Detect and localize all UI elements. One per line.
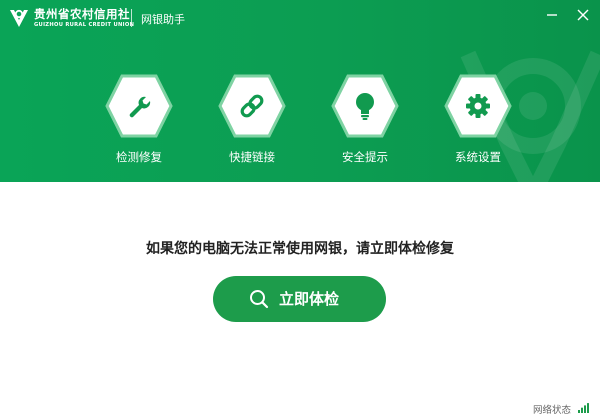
signal-bar xyxy=(578,410,580,413)
signal-bar xyxy=(587,403,589,413)
search-icon xyxy=(250,290,269,309)
app-title: 网银助手 xyxy=(141,13,185,26)
brand-name-chinese: 贵州省农村信用社 xyxy=(34,7,130,21)
title-divider xyxy=(131,9,132,27)
brand-name-english: GUIZHOU RURAL CREDIT UNION xyxy=(34,22,135,28)
header-banner: 贵州省农村信用社 GUIZHOU RURAL CREDIT UNION 网银助手… xyxy=(0,0,600,182)
check-now-button[interactable]: 立即体检 xyxy=(213,276,386,322)
nav-label-quick-links: 快捷链接 xyxy=(229,150,275,164)
gear-icon xyxy=(466,94,490,118)
signal-bar xyxy=(584,405,586,413)
close-icon xyxy=(577,9,589,21)
nav-label-settings: 系统设置 xyxy=(455,150,501,164)
title-bar[interactable]: 贵州省农村信用社 GUIZHOU RURAL CREDIT UNION 网银助手 xyxy=(0,0,600,38)
repair-prompt-message: 如果您的电脑无法正常使用网银，请立即体检修复 xyxy=(146,241,454,257)
status-bar: 网络状态 xyxy=(0,398,600,420)
nav-item-repair[interactable]: 检测修复 xyxy=(89,74,189,174)
hexagon-frame xyxy=(444,74,512,138)
nav-item-settings[interactable]: 系统设置 xyxy=(428,74,528,174)
nav-label-security-tips: 安全提示 xyxy=(342,150,388,164)
credit-union-logo-icon xyxy=(10,9,28,27)
nav-item-quick-links[interactable]: 快捷链接 xyxy=(202,74,302,174)
nav-item-security-tips[interactable]: 安全提示 xyxy=(315,74,415,174)
signal-bar xyxy=(581,407,583,413)
signal-strength-icon xyxy=(578,403,589,413)
minimize-button[interactable] xyxy=(541,4,563,26)
hexagon-frame xyxy=(331,74,399,138)
nav-label-repair: 检测修复 xyxy=(116,150,162,164)
check-now-label: 立即体检 xyxy=(279,290,340,308)
network-status-label: 网络状态 xyxy=(533,405,572,416)
hexagon-frame xyxy=(218,74,286,138)
hexagon-frame xyxy=(105,74,173,138)
close-button[interactable] xyxy=(572,4,594,26)
minimize-icon xyxy=(547,14,557,16)
